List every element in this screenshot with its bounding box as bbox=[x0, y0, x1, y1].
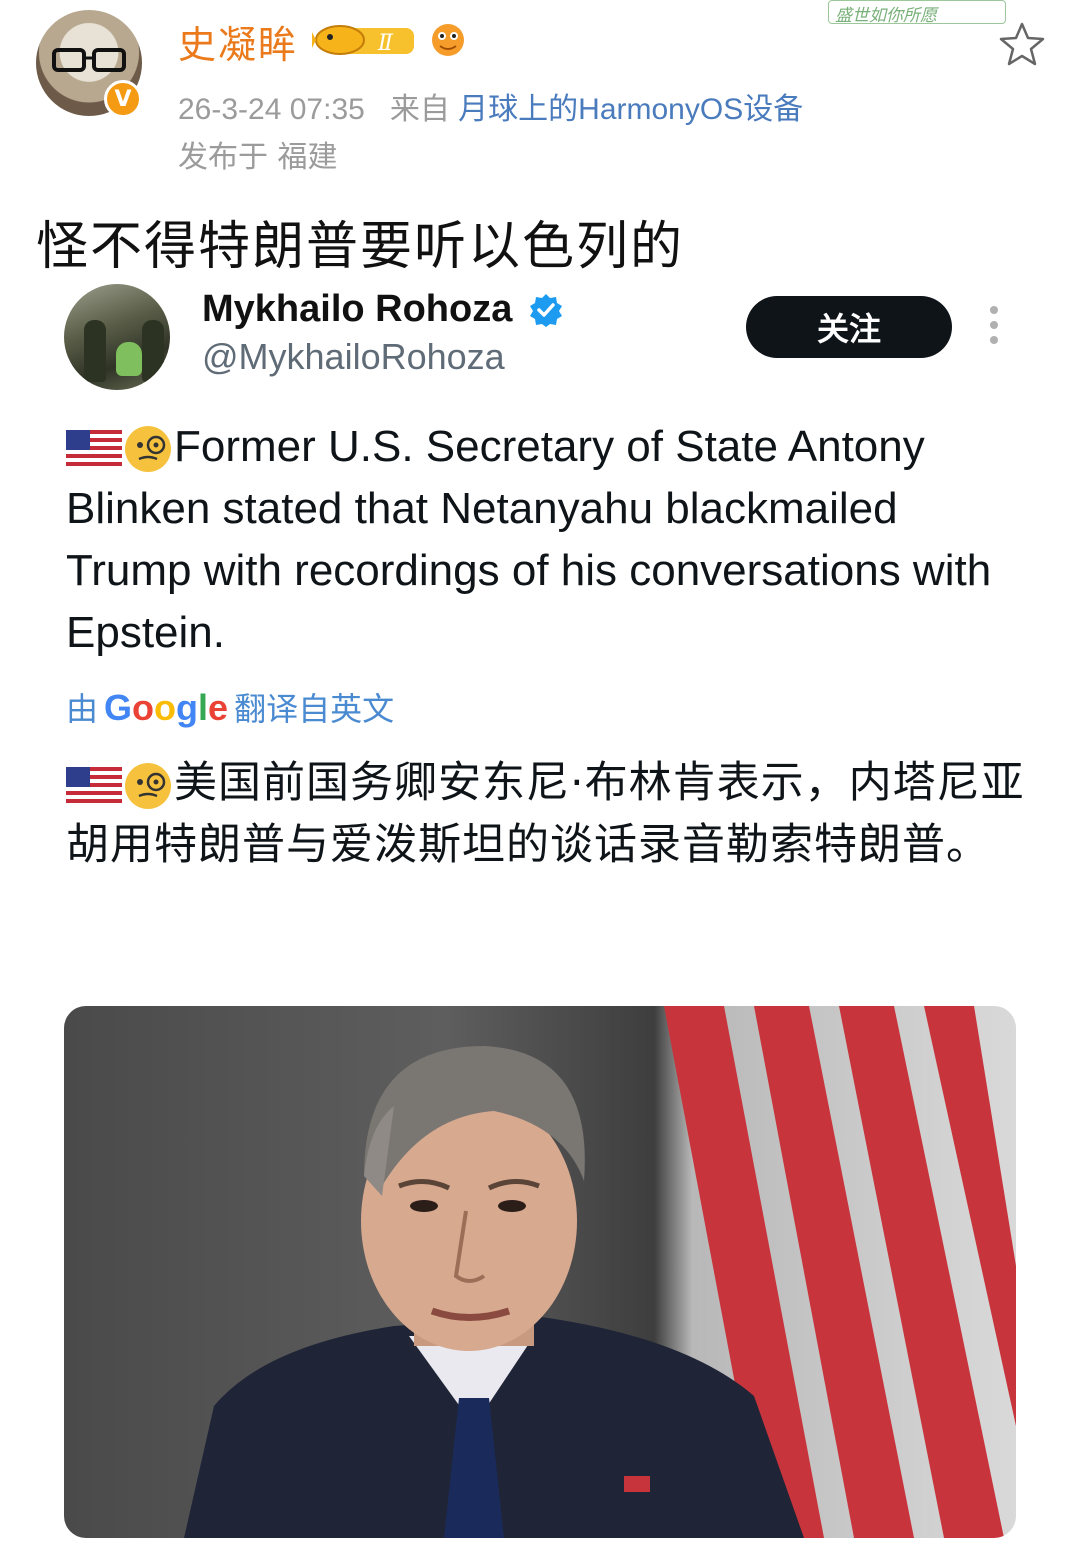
tweet-photo[interactable] bbox=[64, 1006, 1016, 1538]
source-device-link[interactable]: 月球上的HarmonyOS设备 bbox=[458, 93, 803, 126]
verified-v-badge: V bbox=[104, 80, 142, 118]
us-flag-icon bbox=[66, 766, 122, 805]
google-logo: Google bbox=[104, 687, 229, 728]
decoration-sticker: 盛世如你所愿 bbox=[828, 0, 1006, 24]
person-photo-illustration bbox=[184, 1006, 1016, 1538]
face-with-monocle-icon bbox=[125, 762, 171, 809]
tweet-body-zh: 美国前国务卿安东尼·布林肯表示，内塔尼亚胡用特朗普与爱泼斯坦的谈话录音勒索特朗普… bbox=[66, 752, 1026, 876]
tweet-author-handle: @MykhailoRohoza bbox=[202, 336, 505, 377]
tweet-text-zh: 美国前国务卿安东尼·布林肯表示，内塔尼亚胡用特朗普与爱泼斯坦的谈话录音勒索特朗普… bbox=[66, 758, 1025, 870]
tweet-body-en: Former U.S. Secretary of State Antony Bl… bbox=[66, 416, 1026, 664]
timestamp: 26-3-24 07:35 bbox=[178, 93, 365, 126]
fish-level-badge-icon: Ⅱ bbox=[312, 25, 414, 56]
glasses-icon bbox=[52, 48, 126, 72]
translate-suffix: 翻译自英文 bbox=[234, 690, 395, 728]
tweet-author-name: Mykhailo Rohoza bbox=[202, 288, 513, 330]
translate-prefix: 由 bbox=[66, 690, 99, 728]
tweet-text-en: Former U.S. Secretary of State Antony Bl… bbox=[66, 422, 992, 657]
post-meta: 26-3-24 07:35 来自 月球上的HarmonyOS设备 bbox=[178, 84, 803, 128]
post-location: 发布于 福建 bbox=[178, 140, 338, 175]
translation-note: 由 Google 翻译自英文 bbox=[66, 684, 394, 730]
us-flag-icon bbox=[66, 430, 122, 469]
pet-badge-icon bbox=[432, 24, 464, 56]
star-outline-icon[interactable] bbox=[998, 20, 1046, 68]
verified-check-icon bbox=[530, 294, 562, 327]
source-prefix: 来自 bbox=[389, 93, 450, 126]
more-options-icon bbox=[986, 306, 1002, 348]
username[interactable]: 史凝眸 bbox=[178, 14, 298, 69]
follow-button: 关注 bbox=[746, 296, 952, 358]
tweet-author-avatar bbox=[64, 284, 170, 390]
post-text: 怪不得特朗普要听以色列的 bbox=[36, 217, 685, 277]
face-with-monocle-icon bbox=[125, 426, 171, 473]
level-text: Ⅱ bbox=[377, 31, 394, 56]
